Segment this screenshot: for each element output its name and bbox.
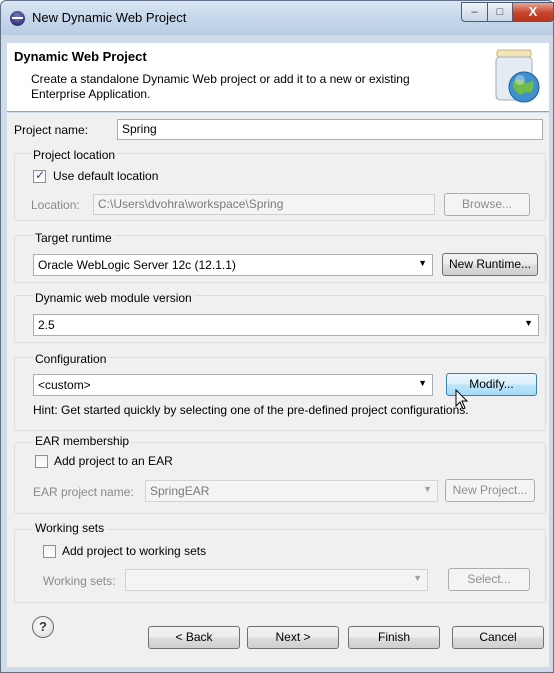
back-button[interactable]: < Back — [148, 626, 240, 649]
add-to-working-sets-label: Add project to working sets — [62, 544, 207, 558]
wizard-content: Project name: Spring Project location Us… — [7, 113, 549, 603]
help-icon[interactable]: ? — [32, 616, 54, 638]
configuration-hint: Hint: Get started quickly by selecting o… — [33, 403, 469, 417]
add-to-ear-checkbox[interactable] — [35, 455, 48, 468]
project-name-label: Project name: — [14, 123, 89, 137]
dropdown-arrow-icon: ▼ — [524, 318, 533, 328]
module-version-label: Dynamic web module version — [33, 291, 194, 305]
maximize-button[interactable]: □ — [487, 2, 513, 22]
location-input[interactable]: C:\Users\dvohra\workspace\Spring — [93, 194, 435, 215]
browse-button[interactable]: Browse... — [444, 193, 530, 216]
use-default-location-label: Use default location — [53, 169, 159, 183]
ear-project-name-value: SpringEAR — [150, 484, 210, 498]
mouse-cursor-icon — [455, 389, 469, 410]
window-title: New Dynamic Web Project — [32, 10, 187, 25]
working-sets-field-label: Working sets: — [43, 574, 116, 588]
configuration-select[interactable]: <custom> ▼ — [33, 374, 433, 396]
title-bar[interactable]: New Dynamic Web Project – □ X — [1, 1, 554, 35]
wizard-banner-icon — [495, 49, 540, 103]
ear-membership-label: EAR membership — [33, 434, 132, 448]
close-button[interactable]: X — [512, 2, 554, 22]
configuration-label: Configuration — [33, 352, 109, 366]
dropdown-arrow-icon: ▼ — [413, 573, 422, 583]
dropdown-arrow-icon: ▼ — [418, 258, 427, 268]
next-button[interactable]: Next > — [247, 626, 339, 649]
dropdown-arrow-icon: ▼ — [423, 484, 432, 494]
dropdown-arrow-icon: ▼ — [418, 378, 427, 388]
project-location-label: Project location — [31, 148, 118, 162]
ear-project-name-label: EAR project name: — [33, 485, 134, 499]
minimize-button[interactable]: – — [461, 2, 488, 22]
new-ear-project-button[interactable]: New Project... — [445, 479, 535, 502]
wizard-banner: Dynamic Web Project Create a standalone … — [7, 43, 549, 112]
target-runtime-value: Oracle WebLogic Server 12c (12.1.1) — [38, 258, 236, 272]
new-runtime-button[interactable]: New Runtime... — [442, 253, 538, 276]
project-name-input[interactable]: Spring — [117, 119, 543, 140]
app-icon — [10, 11, 25, 26]
banner-description: Create a standalone Dynamic Web project … — [31, 72, 410, 101]
add-to-ear-label: Add project to an EAR — [54, 454, 173, 468]
working-sets-group — [14, 529, 546, 603]
cancel-button[interactable]: Cancel — [452, 626, 544, 649]
banner-title: Dynamic Web Project — [14, 49, 147, 64]
finish-button[interactable]: Finish — [348, 626, 440, 649]
ear-membership-group — [14, 442, 546, 514]
target-runtime-label: Target runtime — [33, 231, 114, 245]
module-version-value: 2.5 — [38, 318, 55, 332]
wizard-window: New Dynamic Web Project – □ X Dynamic We… — [0, 0, 554, 673]
configuration-value: <custom> — [38, 378, 91, 392]
use-default-location-checkbox[interactable] — [33, 168, 46, 183]
select-working-sets-button[interactable]: Select... — [448, 568, 530, 591]
module-version-select[interactable]: 2.5 ▼ — [33, 314, 539, 336]
working-sets-label: Working sets — [33, 521, 107, 535]
ear-project-name-select[interactable]: SpringEAR ▼ — [145, 480, 438, 502]
add-to-working-sets-checkbox[interactable] — [43, 545, 56, 558]
location-label: Location: — [31, 198, 80, 212]
wizard-footer: ? < Back Next > Finish Cancel — [7, 603, 549, 667]
target-runtime-select[interactable]: Oracle WebLogic Server 12c (12.1.1) ▼ — [33, 254, 433, 276]
working-sets-select[interactable]: ▼ — [125, 569, 428, 591]
